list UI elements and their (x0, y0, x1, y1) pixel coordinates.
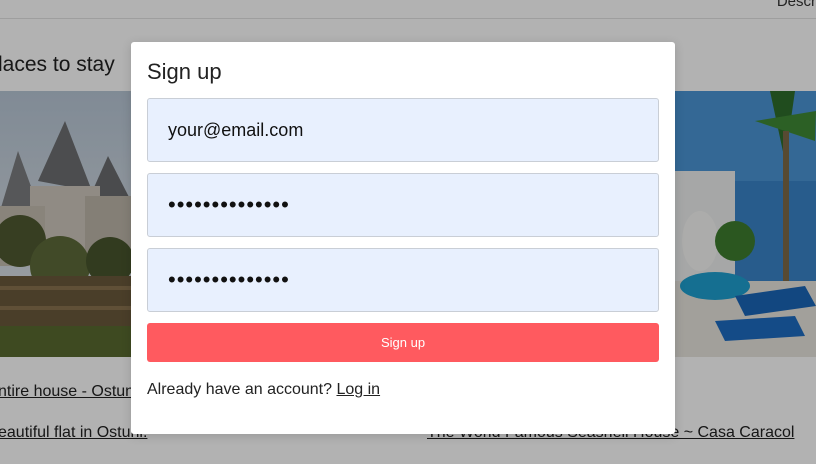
password-input[interactable] (147, 173, 659, 237)
login-prompt-text: Already have an account? (147, 381, 337, 398)
email-input[interactable] (147, 98, 659, 162)
modal-title: Sign up (147, 59, 222, 84)
confirm-password-input[interactable] (147, 248, 659, 312)
signup-button[interactable]: Sign up (147, 323, 659, 362)
login-prompt: Already have an account? Log in (147, 381, 380, 399)
signup-modal: Sign up Sign up Already have an account?… (131, 42, 675, 434)
login-link[interactable]: Log in (336, 381, 380, 398)
